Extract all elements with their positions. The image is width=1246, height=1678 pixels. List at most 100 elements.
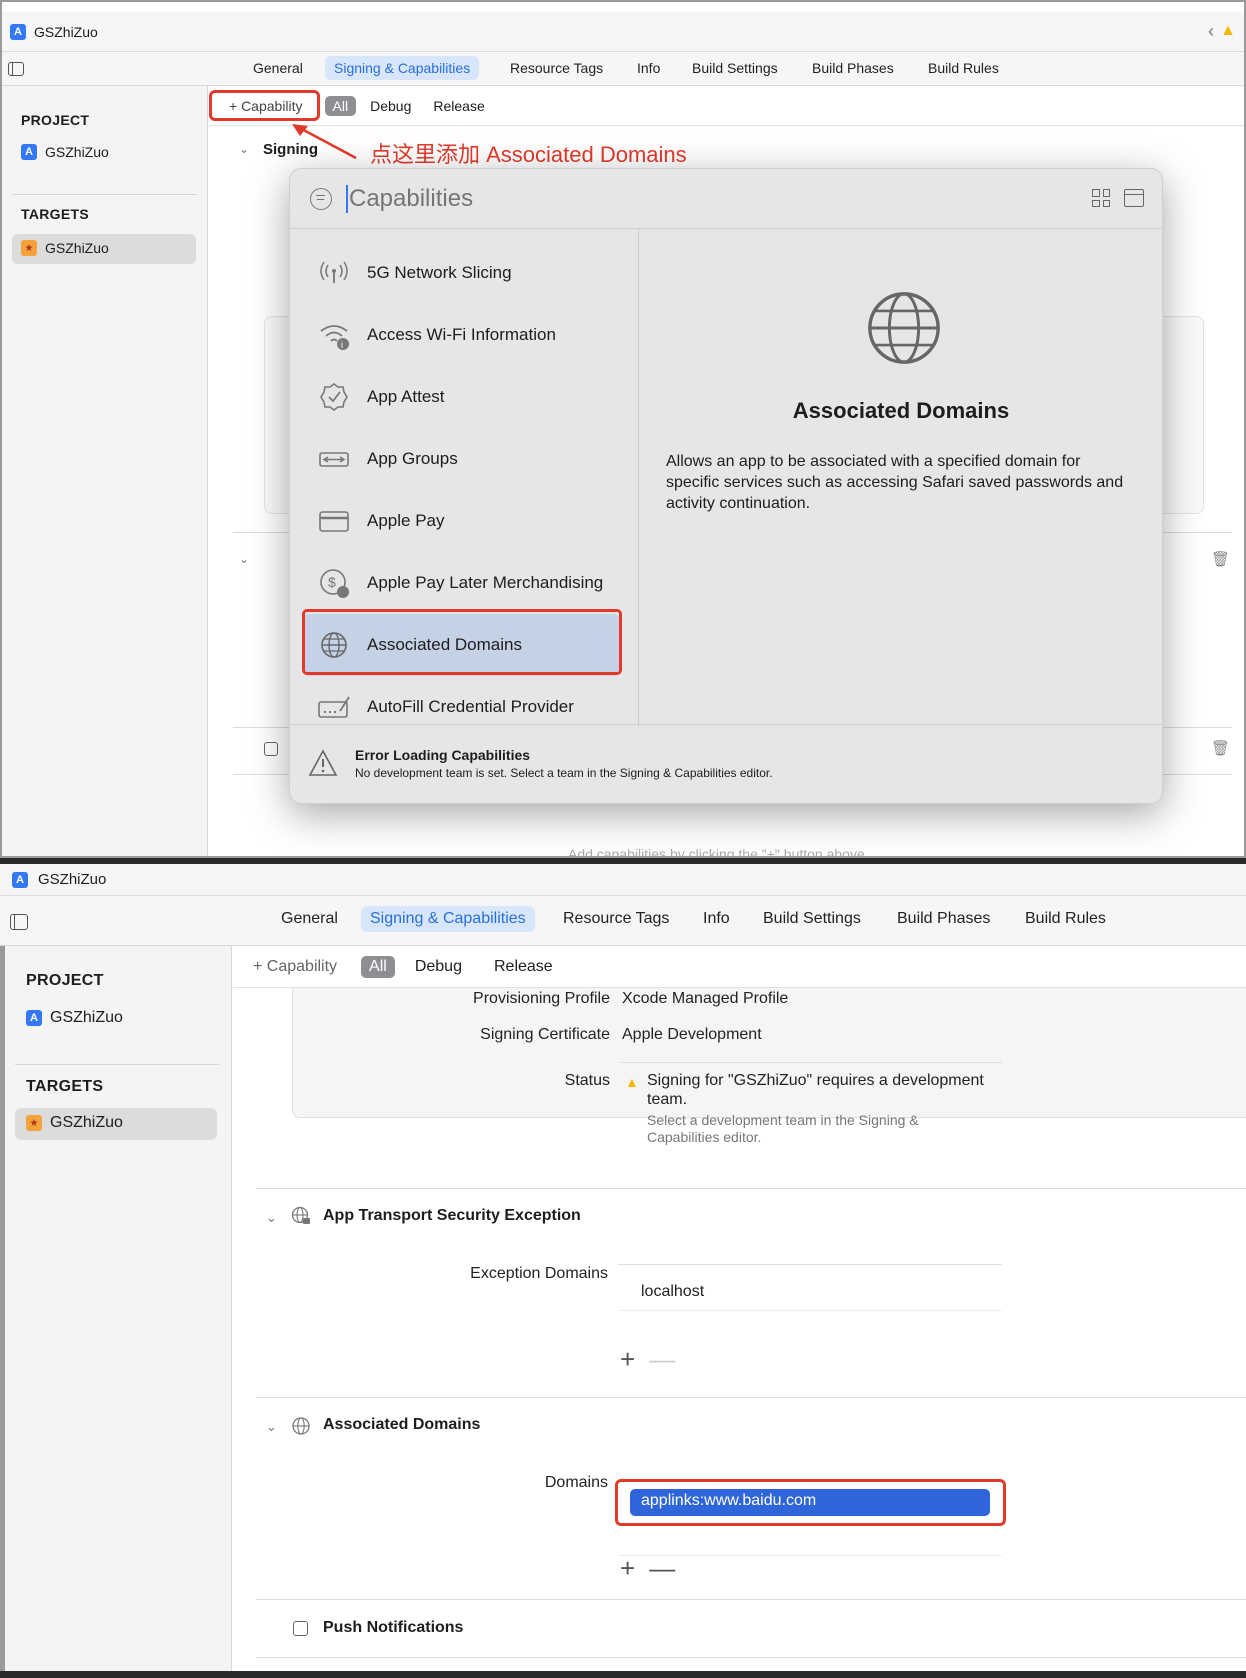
target-item-label: GSZhiZuo [50, 1114, 123, 1131]
capability-toolbar: + Capability All Debug Release [209, 86, 1244, 126]
sidebar-toggle-icon[interactable] [10, 914, 28, 930]
tab-build-rules[interactable]: Build Rules [919, 56, 1008, 80]
project-item[interactable]: A GSZhiZuo [26, 1009, 123, 1027]
annotation-arrow-icon [292, 124, 357, 160]
status-message: Signing for "GSZhiZuo" requires a develo… [647, 1072, 984, 1089]
error-title: Error Loading Capabilities [355, 747, 531, 763]
tab-general[interactable]: General [272, 906, 347, 932]
target-icon: ★ [26, 1115, 42, 1131]
app-icon: A [12, 871, 28, 888]
filter-all[interactable]: All [324, 95, 357, 116]
tab-build-phases[interactable]: Build Phases [803, 56, 903, 80]
target-item-label: GSZhiZuo [45, 240, 109, 256]
exception-domains-label: Exception Domains [470, 1265, 608, 1282]
targets-header: TARGETS [26, 1078, 104, 1095]
capability-item-label: Apple Pay Later Merchandising [367, 573, 604, 592]
detail-view-icon[interactable] [1124, 189, 1144, 207]
chevron-down-icon[interactable]: ⌄ [239, 142, 249, 156]
warning-icon: ▲ [625, 1074, 639, 1090]
divider [618, 1264, 1002, 1265]
ats-section-title: App Transport Security Exception [323, 1207, 581, 1224]
tab-info[interactable]: Info [694, 906, 739, 932]
tab-resource-tags[interactable]: Resource Tags [554, 906, 678, 932]
window-title: GSZhiZuo [34, 23, 98, 40]
top-screenshot: A GSZhiZuo ‹ ▲ General Signing & Capabil… [0, 0, 1246, 858]
grid-view-icon[interactable] [1092, 189, 1110, 207]
divider [15, 1064, 219, 1065]
capabilities-popover: 5G Network Slicing i Access Wi-Fi Inform… [289, 168, 1163, 804]
tab-build-settings[interactable]: Build Settings [754, 906, 870, 932]
trash-icon[interactable]: 🗑 [1211, 739, 1230, 757]
tab-general[interactable]: General [244, 56, 312, 80]
target-item[interactable]: ★ GSZhiZuo [21, 240, 109, 256]
push-notifications-section-title: Push Notifications [323, 1619, 464, 1636]
add-icon[interactable]: + [620, 1553, 635, 1584]
window-title: GSZhiZuo [38, 871, 107, 888]
dollar-clock-icon: $ [320, 569, 349, 598]
filter-debug[interactable]: Debug [407, 956, 470, 978]
associated-domains-section-title: Associated Domains [323, 1416, 481, 1433]
divider [256, 1188, 1246, 1189]
domains-add-remove: + — [620, 1553, 675, 1584]
capability-item-autofill-credential-provider[interactable]: AutoFill Credential Provider [290, 676, 638, 726]
filter-icon[interactable] [310, 188, 332, 210]
filter-all[interactable]: All [361, 955, 395, 978]
capabilities-search-input[interactable] [349, 181, 949, 217]
tab-build-phases[interactable]: Build Phases [888, 906, 999, 932]
project-item[interactable]: A GSZhiZuo [21, 144, 109, 160]
capability-item-app-attest[interactable]: App Attest [290, 366, 638, 428]
status-label: Status [564, 1072, 610, 1089]
provisioning-profile-label: Provisioning Profile [473, 990, 610, 1007]
chevron-down-icon[interactable]: ⌄ [266, 1419, 277, 1435]
tab-signing-capabilities[interactable]: Signing & Capabilities [361, 906, 535, 932]
project-item-label: GSZhiZuo [50, 1009, 123, 1026]
capability-item-5g-network-slicing[interactable]: 5G Network Slicing [290, 242, 638, 304]
add-icon[interactable]: + [620, 1344, 635, 1375]
chevron-left-icon[interactable]: ‹ [1208, 21, 1214, 42]
tab-signing-capabilities[interactable]: Signing & Capabilities [325, 56, 480, 80]
trash-icon[interactable]: 🗑 [1211, 550, 1230, 568]
svg-text:$: $ [328, 574, 336, 590]
targets-header: TARGETS [21, 206, 89, 222]
capability-item-apple-pay-later[interactable]: $ Apple Pay Later Merchandising [290, 552, 638, 614]
project-header: PROJECT [26, 972, 104, 989]
capability-item-label: App Attest [367, 387, 445, 406]
remove-icon[interactable]: — [649, 1553, 675, 1584]
capability-item-app-groups[interactable]: App Groups [290, 428, 638, 490]
add-capability-button[interactable]: + Capability [245, 956, 345, 978]
chevron-down-icon[interactable]: ⌄ [239, 552, 249, 566]
tab-resource-tags[interactable]: Resource Tags [501, 56, 612, 80]
chevron-down-icon[interactable]: ⌄ [266, 1210, 277, 1226]
capability-item-apple-pay[interactable]: Apple Pay [290, 490, 638, 552]
divider [618, 1310, 1002, 1311]
remove-icon[interactable]: — [649, 1344, 675, 1375]
signing-certificate-label: Signing Certificate [480, 1026, 610, 1043]
warning-icon[interactable]: ▲ [1220, 22, 1236, 40]
frame-edge [0, 1671, 1246, 1678]
app-groups-icon [319, 452, 349, 467]
antenna-icon [320, 261, 348, 283]
capability-item-access-wifi-information[interactable]: i Access Wi-Fi Information [290, 304, 638, 366]
error-message: No development team is set. Select a tea… [355, 766, 773, 780]
divider [256, 1397, 1246, 1398]
svg-text:i: i [341, 340, 343, 350]
sidebar-toggle-icon[interactable] [8, 62, 24, 76]
capability-detail: Associated Domains Allows an app to be a… [640, 229, 1162, 726]
filter-release[interactable]: Release [425, 96, 492, 116]
tab-info[interactable]: Info [628, 56, 669, 80]
capabilities-search-bar [290, 169, 1162, 229]
divider [12, 194, 197, 195]
tab-build-rules[interactable]: Build Rules [1016, 906, 1115, 932]
window-titlebar: A GSZhiZuo [0, 864, 1246, 896]
annotation-text: 点这里添加 Associated Domains [370, 142, 687, 167]
divider [256, 1599, 1246, 1600]
target-item[interactable]: ★ GSZhiZuo [26, 1114, 123, 1132]
window-titlebar: A GSZhiZuo ‹ ▲ [2, 12, 1244, 52]
filter-release[interactable]: Release [486, 956, 561, 978]
ats-add-remove: + — [620, 1344, 675, 1375]
status-message-2: team. [647, 1091, 688, 1108]
tab-build-settings[interactable]: Build Settings [683, 56, 787, 80]
status-hint: Select a development team in the Signing… [647, 1112, 919, 1128]
filter-debug[interactable]: Debug [362, 96, 419, 116]
exception-domain-value[interactable]: localhost [641, 1283, 704, 1301]
